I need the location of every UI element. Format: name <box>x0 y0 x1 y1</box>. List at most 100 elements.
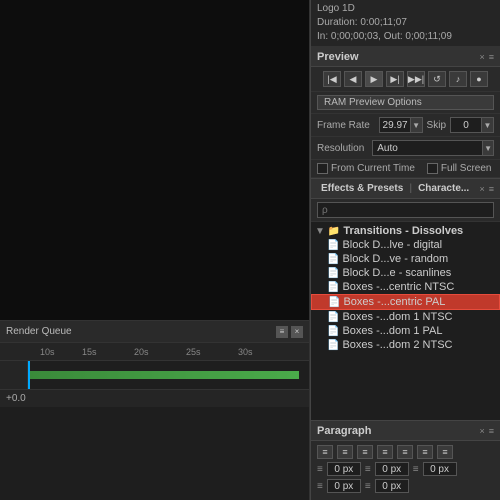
effect-label-1: Block D...ve - random <box>342 253 448 265</box>
indent-first-icon: ≡ <box>413 464 419 475</box>
align-justify-last-center-btn[interactable]: ≡ <box>417 445 433 459</box>
play-btn[interactable]: ▶ <box>365 71 383 87</box>
indent-before-input[interactable] <box>327 462 361 476</box>
indent-after-input[interactable] <box>375 462 409 476</box>
effects-header: Effects & Presets | Characte... × ≡ <box>311 179 500 199</box>
skip-arrow[interactable]: ▼ <box>481 118 493 132</box>
frame-rate-select[interactable]: 29.97 ▼ <box>379 117 423 133</box>
skip-to-end-btn[interactable]: ▶▶| <box>407 71 425 87</box>
full-screen-item: Full Screen <box>427 163 492 174</box>
green-bar <box>28 371 299 379</box>
effect-item-4[interactable]: 📄 Boxes -...centric PAL <box>311 294 500 310</box>
resolution-arrow[interactable]: ▼ <box>482 141 493 155</box>
ruler-mark-20s: 20s <box>134 347 149 357</box>
effects-menu-icon[interactable]: ≡ <box>489 184 494 194</box>
effect-label-5: Boxes -...dom 1 NTSC <box>342 311 452 323</box>
effect-item-3[interactable]: 📄 Boxes -...centric NTSC <box>311 280 500 294</box>
effects-panel-icons: × ≡ <box>479 184 494 194</box>
para-indent-row2: ≡ ≡ <box>317 479 494 493</box>
time-ruler: 10s 15s 20s 25s 30s <box>0 343 309 361</box>
align-justify-last-left-btn[interactable]: ≡ <box>397 445 413 459</box>
resolution-value: Auto <box>373 143 482 154</box>
para-indent-row1: ≡ ≡ ≡ <box>317 462 494 476</box>
folder-expand-icon: ▼ <box>315 226 325 237</box>
effect-item-2[interactable]: 📄 Block D...e - scanlines <box>311 266 500 280</box>
from-current-time-item: From Current Time <box>317 163 415 174</box>
para-align-row: ≡ ≡ ≡ ≡ ≡ ≡ ≡ <box>317 445 494 459</box>
audio-btn[interactable]: ♪ <box>449 71 467 87</box>
record-btn[interactable]: ● <box>470 71 488 87</box>
playhead[interactable] <box>28 361 30 389</box>
effects-list: ▼ 📁 Transitions - Dissolves 📄 Block D...… <box>311 222 500 420</box>
space-after-icon: ≡ <box>365 481 371 492</box>
folder-icon: 📁 <box>328 226 340 237</box>
timeline-controls: ≡ × <box>276 326 303 338</box>
ram-preview-row: RAM Preview Options <box>311 92 500 114</box>
folder-label: Transitions - Dissolves <box>343 225 463 237</box>
effect-item-0[interactable]: 📄 Block D...lve - digital <box>311 238 500 252</box>
indent-first-input[interactable] <box>423 462 457 476</box>
resolution-label: Resolution <box>317 143 364 154</box>
align-center-btn[interactable]: ≡ <box>337 445 353 459</box>
para-menu-icon[interactable]: ≡ <box>489 426 494 436</box>
file-icon-4: 📄 <box>328 297 340 308</box>
paragraph-header: Paragraph × ≡ <box>311 421 500 441</box>
search-row <box>311 199 500 222</box>
preview-menu-icon[interactable]: ≡ <box>489 52 494 62</box>
effect-item-5[interactable]: 📄 Boxes -...dom 1 NTSC <box>311 310 500 324</box>
transitions-dissolves-folder[interactable]: ▼ 📁 Transitions - Dissolves <box>311 224 500 238</box>
effect-item-7[interactable]: 📄 Boxes -...dom 2 NTSC <box>311 338 500 352</box>
right-panel: Logo 1D Duration: 0:00;11;07 In: 0;00;00… <box>310 0 500 500</box>
paragraph-icons: × ≡ <box>479 426 494 436</box>
effect-item-6[interactable]: 📄 Boxes -...dom 1 PAL <box>311 324 500 338</box>
step-back-btn[interactable]: ◀ <box>344 71 362 87</box>
track-content <box>28 361 309 389</box>
space-after-input[interactable] <box>375 479 409 493</box>
indent-after-icon: ≡ <box>365 464 371 475</box>
effect-label-6: Boxes -...dom 1 PAL <box>342 325 442 337</box>
timeline-bottom-bar: +0.0 <box>0 389 309 407</box>
para-controls: ≡ ≡ ≡ ≡ ≡ ≡ ≡ ≡ ≡ ≡ <box>311 441 500 497</box>
render-queue-tab[interactable]: Render Queue <box>6 326 72 337</box>
file-icon-7: 📄 <box>327 340 339 351</box>
info-times: In: 0;00;00;03, Out: 0;00;11;09 <box>317 30 494 44</box>
skip-label: Skip <box>427 120 446 131</box>
align-right-btn[interactable]: ≡ <box>357 445 373 459</box>
effect-label-3: Boxes -...centric NTSC <box>342 281 454 293</box>
effects-search-input[interactable] <box>317 202 494 218</box>
effect-item-1[interactable]: 📄 Block D...ve - random <box>311 252 500 266</box>
preview-panel: Preview × ≡ |◀ ◀ ▶ ▶| ▶▶| ↺ ♪ ● RAM Prev… <box>311 47 500 179</box>
info-duration: Duration: 0:00;11;07 <box>317 16 494 30</box>
space-before-input[interactable] <box>327 479 361 493</box>
ram-preview-btn[interactable]: RAM Preview Options <box>317 95 494 110</box>
skip-to-start-btn[interactable]: |◀ <box>323 71 341 87</box>
from-current-time-label: From Current Time <box>331 163 415 174</box>
skip-select[interactable]: 0 ▼ <box>450 117 494 133</box>
effect-label-0: Block D...lve - digital <box>342 239 442 251</box>
timeline-header: Render Queue ≡ × <box>0 321 309 343</box>
timeline-menu-btn[interactable]: ≡ <box>276 326 288 338</box>
effect-label-4: Boxes -...centric PAL <box>343 296 445 308</box>
character-tab[interactable]: Characte... <box>414 183 473 194</box>
align-justify-btn[interactable]: ≡ <box>377 445 393 459</box>
align-left-btn[interactable]: ≡ <box>317 445 333 459</box>
from-current-time-checkbox[interactable] <box>317 163 328 174</box>
info-out: Out: 0;00;11;09 <box>384 31 452 42</box>
effects-close-icon[interactable]: × <box>479 184 484 194</box>
timeline-track-area <box>0 361 309 389</box>
effects-presets-tab[interactable]: Effects & Presets <box>317 183 407 194</box>
align-justify-all-btn[interactable]: ≡ <box>437 445 453 459</box>
effects-panel: Effects & Presets | Characte... × ≡ ▼ 📁 … <box>311 179 500 420</box>
step-forward-btn[interactable]: ▶| <box>386 71 404 87</box>
loop-btn[interactable]: ↺ <box>428 71 446 87</box>
preview-close-icon[interactable]: × <box>479 52 484 62</box>
indent-before-icon: ≡ <box>317 464 323 475</box>
full-screen-checkbox[interactable] <box>427 163 438 174</box>
skip-value: 0 <box>451 120 481 131</box>
frame-rate-arrow[interactable]: ▼ <box>410 118 422 132</box>
para-close-icon[interactable]: × <box>479 426 484 436</box>
full-screen-label: Full Screen <box>441 163 492 174</box>
effects-tabs: Effects & Presets | Characte... <box>317 183 473 194</box>
resolution-select[interactable]: Auto ▼ <box>372 140 494 156</box>
timeline-close-btn[interactable]: × <box>291 326 303 338</box>
